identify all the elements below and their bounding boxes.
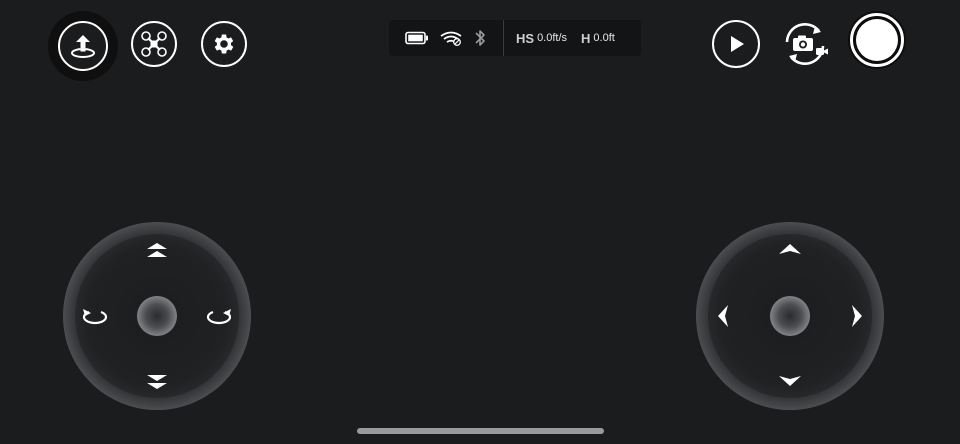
rotate-right-icon [206,309,232,325]
drone-status-button[interactable] [131,21,177,67]
ascend-double-chevron-icon [147,243,167,257]
horizontal-speed-label: HS [516,30,535,46]
takeoff-button[interactable] [58,21,108,71]
height-value: 0.0ft [593,32,615,44]
play-icon [731,36,744,52]
camera-switch-icon [785,23,828,65]
telemetry-readout: HS 0.0ft/s H 0.0ft [504,31,629,46]
battery-icon [405,31,428,45]
settings-button[interactable] [201,21,247,67]
height-label: H [581,30,591,46]
drone-icon [141,31,167,57]
takeoff-arrow-icon [71,35,95,58]
right-arrow-icon [852,305,862,327]
wifi-icon [440,31,462,46]
status-bar: HS 0.0ft/s H 0.0ft [389,20,641,56]
left-joystick[interactable] [63,222,251,410]
backward-arrow-icon [779,376,801,386]
left-joystick-knob[interactable] [137,296,177,336]
right-joystick-knob[interactable] [770,296,810,336]
shutter-core [856,19,898,61]
connection-status-icons [389,28,491,48]
bluetooth-icon [475,30,485,46]
descend-double-chevron-icon [147,375,167,389]
playback-button[interactable] [712,20,760,68]
home-indicator[interactable] [357,428,604,434]
forward-arrow-icon [779,244,801,254]
flight-control-screen: HS 0.0ft/s H 0.0ft [0,0,960,444]
camera-mode-switch-button[interactable] [779,18,831,70]
left-arrow-icon [718,305,728,327]
shutter-ring [850,13,904,67]
horizontal-speed-value: 0.0ft/s [537,32,568,44]
gear-icon [214,34,234,54]
rotate-left-icon [82,309,108,325]
shutter-button[interactable] [848,11,906,69]
right-joystick[interactable] [696,222,884,410]
